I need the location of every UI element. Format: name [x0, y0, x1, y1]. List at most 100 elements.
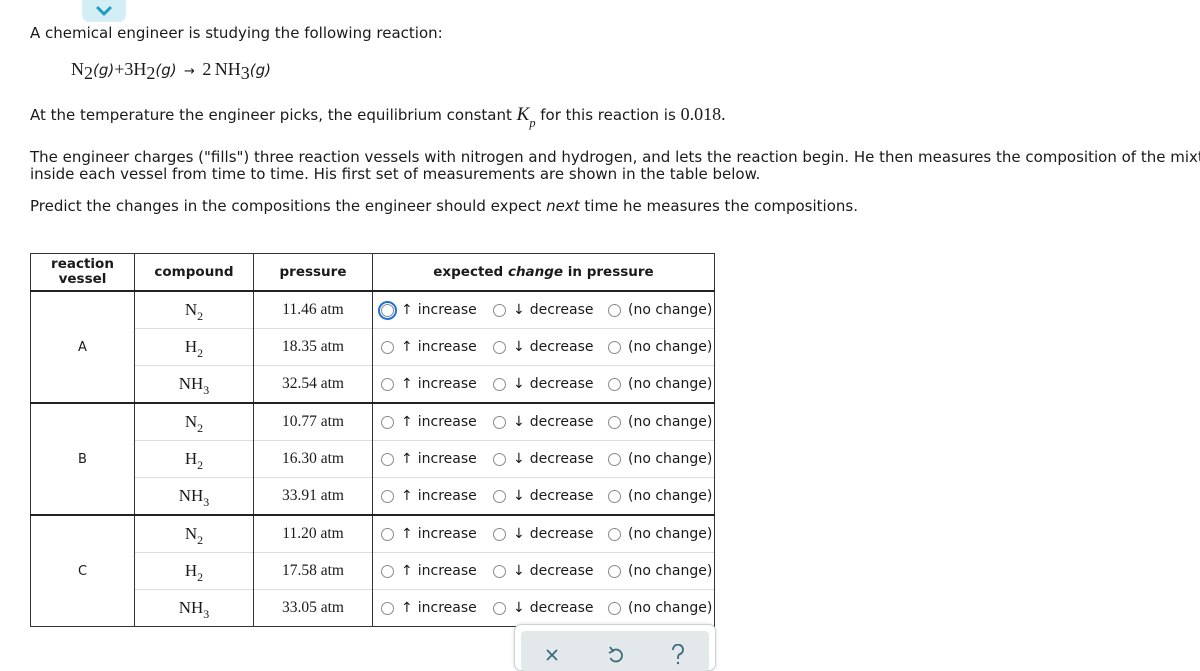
radio-increase[interactable]	[381, 377, 394, 391]
option-no-change[interactable]: (no change)	[608, 563, 712, 579]
compound-formula: H2	[134, 552, 254, 590]
arrow-up-icon: ↑	[401, 339, 413, 355]
option-label: (no change)	[628, 376, 713, 392]
measurements-table: reaction vessel compound pressure expect…	[30, 253, 715, 627]
radio-increase[interactable]	[381, 601, 394, 615]
radio-no-change[interactable]	[608, 340, 621, 354]
change-options: ↑ increase ↓ decrease (no change)	[372, 402, 715, 441]
option-no-change[interactable]: (no change)	[608, 414, 712, 430]
collapse-button[interactable]	[82, 0, 126, 22]
header-compound: compound	[134, 253, 254, 292]
option-decrease[interactable]: ↓ decrease	[493, 563, 608, 579]
pressure-value: 10.77 atm	[253, 402, 373, 441]
arrow-up-icon: ↑	[401, 600, 413, 616]
compound-formula: NH3	[134, 477, 254, 516]
compound-formula: NH3	[134, 589, 254, 627]
option-no-change[interactable]: (no change)	[608, 302, 712, 318]
radio-increase[interactable]	[381, 564, 394, 578]
option-decrease[interactable]: ↓ decrease	[493, 488, 608, 504]
change-options: ↑ increase ↓ decrease (no change)	[372, 365, 715, 404]
radio-decrease[interactable]	[493, 452, 506, 466]
radio-increase[interactable]	[378, 300, 397, 320]
option-no-change[interactable]: (no change)	[608, 451, 712, 467]
prompt-text: Predict the changes in the compositions …	[30, 197, 858, 215]
radio-decrease[interactable]	[493, 303, 506, 317]
header-expected-change: expected change in pressure	[372, 253, 715, 292]
change-options: ↑ increase ↓ decrease (no change)	[372, 440, 715, 478]
arrow-up-icon: ↑	[401, 526, 413, 542]
arrow-up-icon: ↑	[401, 414, 413, 430]
option-no-change[interactable]: (no change)	[608, 376, 712, 392]
option-increase[interactable]: ↑ increase	[381, 414, 493, 430]
radio-increase[interactable]	[381, 527, 394, 541]
arrow-up-icon: ↑	[401, 488, 413, 504]
radio-no-change[interactable]	[608, 377, 621, 391]
compound-formula: N2	[134, 402, 254, 441]
option-label: decrease	[529, 339, 594, 355]
radio-no-change[interactable]	[608, 303, 621, 317]
option-no-change[interactable]: (no change)	[608, 339, 712, 355]
option-label: (no change)	[628, 302, 713, 318]
option-decrease[interactable]: ↓ decrease	[493, 376, 608, 392]
option-label: increase	[417, 451, 477, 467]
radio-increase[interactable]	[381, 452, 394, 466]
vessel-label: A	[30, 290, 135, 404]
radio-decrease[interactable]	[493, 415, 506, 429]
option-decrease[interactable]: ↓ decrease	[493, 339, 608, 355]
radio-no-change[interactable]	[608, 452, 621, 466]
compound-formula: NH3	[134, 365, 254, 404]
option-label: decrease	[529, 526, 594, 542]
option-no-change[interactable]: (no change)	[608, 526, 712, 542]
radio-no-change[interactable]	[608, 564, 621, 578]
radio-increase[interactable]	[381, 340, 394, 354]
option-increase[interactable]: ↑ increase	[381, 339, 493, 355]
change-options: ↑ increase ↓ decrease (no change)	[372, 477, 715, 516]
radio-decrease[interactable]	[493, 601, 506, 615]
radio-decrease[interactable]	[493, 340, 506, 354]
option-increase[interactable]: ↑ increase	[381, 451, 493, 467]
radio-decrease[interactable]	[493, 489, 506, 503]
radio-no-change[interactable]	[608, 415, 621, 429]
option-increase[interactable]: ↑ increase	[378, 300, 493, 320]
radio-no-change[interactable]	[608, 601, 621, 615]
radio-decrease[interactable]	[493, 527, 506, 541]
option-no-change[interactable]: (no change)	[608, 488, 712, 504]
option-label: increase	[417, 526, 477, 542]
option-decrease[interactable]: ↓ decrease	[493, 302, 608, 318]
radio-no-change[interactable]	[608, 489, 621, 503]
table-row: C N2 11.20 atm ↑ increase ↓ decrease (no c…	[30, 514, 715, 627]
radio-decrease[interactable]	[493, 564, 506, 578]
option-increase[interactable]: ↑ increase	[381, 376, 493, 392]
vessel-label: B	[30, 402, 135, 516]
option-label: increase	[417, 600, 477, 616]
arrow-up-icon: ↑	[401, 563, 413, 579]
option-increase[interactable]: ↑ increase	[381, 488, 493, 504]
option-label: decrease	[529, 600, 594, 616]
radio-increase[interactable]	[381, 489, 394, 503]
action-panel	[514, 624, 716, 671]
option-decrease[interactable]: ↓ decrease	[493, 526, 608, 542]
option-increase[interactable]: ↑ increase	[381, 563, 493, 579]
arrow-down-icon: ↓	[513, 376, 525, 392]
radio-decrease[interactable]	[493, 377, 506, 391]
radio-increase[interactable]	[381, 415, 394, 429]
option-no-change[interactable]: (no change)	[608, 600, 712, 616]
option-decrease[interactable]: ↓ decrease	[493, 451, 608, 467]
option-decrease[interactable]: ↓ decrease	[493, 600, 608, 616]
option-label: (no change)	[628, 339, 713, 355]
option-label: increase	[417, 563, 477, 579]
option-increase[interactable]: ↑ increase	[381, 600, 493, 616]
reaction-arrow: →	[184, 64, 195, 79]
option-label: increase	[417, 339, 477, 355]
pressure-value: 33.05 atm	[253, 589, 373, 627]
compound-formula: H2	[134, 328, 254, 366]
compound-formula: N2	[134, 290, 254, 329]
radio-no-change[interactable]	[608, 527, 621, 541]
option-label: (no change)	[628, 414, 713, 430]
description-line-1: The engineer charges ("fills") three rea…	[30, 148, 1200, 166]
chevron-down-icon	[96, 6, 112, 16]
pressure-value: 16.30 atm	[253, 440, 373, 478]
option-increase[interactable]: ↑ increase	[381, 526, 493, 542]
option-label: increase	[417, 414, 477, 430]
option-decrease[interactable]: ↓ decrease	[493, 414, 608, 430]
